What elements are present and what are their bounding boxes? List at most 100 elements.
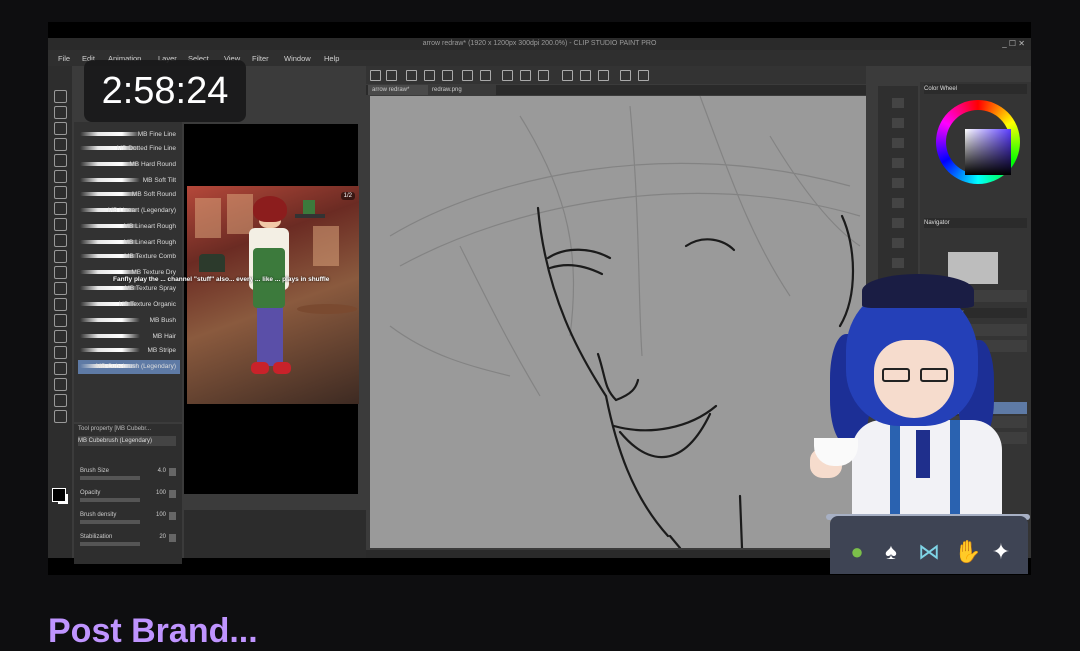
stream-timer: 2:58:24 — [84, 60, 246, 122]
strip-icon[interactable] — [892, 198, 904, 208]
brush-item[interactable]: MB Fine Line — [78, 128, 180, 142]
color-wheel[interactable] — [936, 100, 1020, 184]
brush-item[interactable]: MB Hair — [78, 330, 180, 344]
select-tool-icon[interactable] — [54, 138, 67, 151]
brush-tool-icon[interactable] — [54, 218, 67, 231]
settings-icon[interactable] — [638, 70, 649, 81]
bow-sticker-icon: ⋈ — [918, 539, 940, 564]
main-color-swatch[interactable] — [52, 488, 66, 502]
eraser-tool-icon[interactable] — [54, 266, 67, 279]
menu-window[interactable]: Window — [284, 54, 311, 63]
brush-item-selected[interactable]: MB Cubebrush (Legendary) — [78, 360, 180, 374]
snap-ruler-icon[interactable] — [562, 70, 573, 81]
ruler-tool-icon[interactable] — [54, 362, 67, 375]
tab-arrow-redraw[interactable]: arrow redraw* — [368, 85, 432, 95]
pen-tool-icon[interactable] — [54, 186, 67, 199]
blend-tool-icon[interactable] — [54, 282, 67, 295]
brush-item[interactable]: MB Bush — [78, 314, 180, 328]
prop-button[interactable] — [169, 512, 176, 520]
pencil-tool-icon[interactable] — [54, 202, 67, 215]
lasso-tool-icon[interactable] — [54, 154, 67, 167]
strip-icon[interactable] — [892, 118, 904, 128]
menu-icon[interactable] — [370, 70, 381, 81]
brush-stroke-preview — [80, 334, 140, 338]
prop-label: Brush Size — [80, 468, 110, 474]
brush-name: MB Lineart (Legendary) — [107, 207, 176, 214]
prop-button[interactable] — [169, 534, 176, 542]
brush-item[interactable]: MB Hard Round — [78, 158, 180, 172]
brush-name: MB Texture Spray — [124, 285, 176, 292]
prop-slider[interactable] — [80, 542, 140, 546]
fill-tool-icon[interactable] — [54, 298, 67, 311]
strip-icon[interactable] — [892, 158, 904, 168]
zoom-tool-icon[interactable] — [54, 90, 67, 103]
undo-icon[interactable] — [462, 70, 473, 81]
stream-caption: Fanfly play the ... channel "stuff" also… — [113, 276, 330, 283]
brush-item[interactable]: MB Texture Spray — [78, 282, 180, 296]
frog-sticker-icon: ● — [850, 539, 864, 564]
clear-icon[interactable] — [502, 70, 513, 81]
move-tool-icon[interactable] — [54, 122, 67, 135]
export-icon[interactable] — [442, 70, 453, 81]
ghost-sticker-icon: ✦ — [991, 539, 1011, 564]
color-picker-square[interactable] — [965, 129, 1011, 175]
redo-icon[interactable] — [480, 70, 491, 81]
prop-label: Brush density — [80, 512, 117, 518]
brush-item[interactable]: MB Lineart (Legendary) — [78, 204, 180, 218]
brush-item[interactable]: MB Lineart Rough — [78, 236, 180, 250]
figure-tool-icon[interactable] — [54, 330, 67, 343]
brush-item[interactable]: MB Texture Comb — [78, 250, 180, 264]
strip-icon[interactable] — [892, 258, 904, 268]
eyedropper-tool-icon[interactable] — [54, 170, 67, 183]
transform-icon[interactable] — [538, 70, 549, 81]
open-icon[interactable] — [406, 70, 417, 81]
prop-slider[interactable] — [80, 520, 140, 524]
paw-sticker-icon: ✋ — [954, 539, 982, 564]
brush-item[interactable]: MB Dotted Fine Line — [78, 142, 180, 156]
frame-tool-icon[interactable] — [54, 346, 67, 359]
brush-item[interactable]: MB Texture Organic — [78, 298, 180, 312]
phone-icon[interactable] — [620, 70, 631, 81]
hand-tool-icon[interactable] — [54, 106, 67, 119]
strip-icon[interactable] — [892, 238, 904, 248]
brush-name: MB Texture Dry — [131, 269, 176, 276]
strip-icon[interactable] — [892, 178, 904, 188]
gradient-tool-icon[interactable] — [54, 314, 67, 327]
tool-property-panel: Tool property [MB Cubebr... MB Cubebrush… — [74, 424, 182, 564]
brush-name: MB Stripe — [147, 347, 176, 354]
snap-grid-icon[interactable] — [580, 70, 591, 81]
brush-item[interactable]: MB Stripe — [78, 344, 180, 358]
tab-redraw-png[interactable]: redraw.png — [428, 85, 496, 95]
decoration-tool-icon[interactable] — [54, 250, 67, 263]
stream-title[interactable]: Post Brand... — [48, 612, 258, 651]
prop-slider[interactable] — [80, 498, 140, 502]
fill-icon[interactable] — [520, 70, 531, 81]
prop-value: 100 — [155, 490, 166, 496]
vtuber-avatar: ● ♠ ⋈ ✋ ✦ — [790, 270, 1030, 576]
menu-file[interactable]: File — [58, 54, 70, 63]
brush-item[interactable]: MB Soft Round — [78, 188, 180, 202]
airbrush-tool-icon[interactable] — [54, 234, 67, 247]
brush-name: MB Soft Round — [131, 191, 176, 198]
text-tool-icon[interactable] — [54, 378, 67, 391]
prop-slider[interactable] — [80, 476, 140, 480]
brush-item[interactable]: MB Lineart Rough — [78, 220, 180, 234]
brush-name: MB Texture Comb — [124, 253, 176, 260]
prop-button[interactable] — [169, 468, 176, 476]
strip-icon[interactable] — [892, 138, 904, 148]
stabilization-control[interactable]: Stabilization 20 — [80, 534, 176, 548]
line-correction-tool-icon[interactable] — [54, 410, 67, 423]
menu-help[interactable]: Help — [324, 54, 339, 63]
balloon-tool-icon[interactable] — [54, 394, 67, 407]
strip-icon[interactable] — [892, 218, 904, 228]
new-file-icon[interactable] — [386, 70, 397, 81]
snap-perspective-icon[interactable] — [598, 70, 609, 81]
brush-density-control[interactable]: Brush density 100 — [80, 512, 176, 526]
strip-icon[interactable] — [892, 98, 904, 108]
menu-filter[interactable]: Filter — [252, 54, 269, 63]
brush-item[interactable]: MB Soft Tilt — [78, 174, 180, 188]
opacity-control[interactable]: Opacity 100 — [80, 490, 176, 504]
save-icon[interactable] — [424, 70, 435, 81]
prop-button[interactable] — [169, 490, 176, 498]
brush-size-control[interactable]: Brush Size 4.0 — [80, 468, 176, 482]
